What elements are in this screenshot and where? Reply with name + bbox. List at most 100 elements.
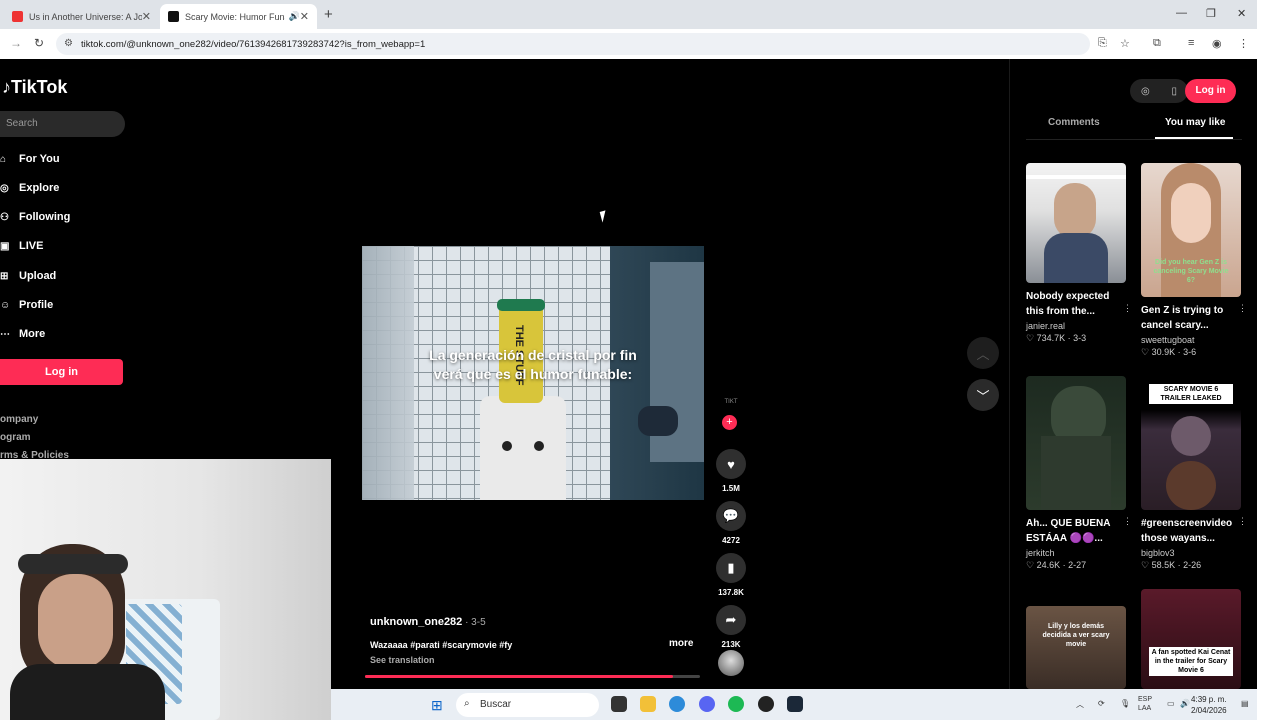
forward-icon[interactable]: → <box>10 36 22 50</box>
thumb-face <box>1166 461 1216 510</box>
menu-dots-icon[interactable]: ⋮ <box>1238 37 1249 50</box>
home-icon: ⌂ <box>0 153 7 165</box>
previous-video-button[interactable]: ︿ <box>967 337 999 369</box>
see-translation-link[interactable]: See translation <box>370 655 435 665</box>
minimize-button[interactable]: — <box>1176 7 1187 19</box>
comment-button[interactable]: 💬 4272 <box>713 501 749 545</box>
close-window-button[interactable]: ✕ <box>1237 7 1246 20</box>
recommended-card[interactable]: Lilly y los demás decidida a ver scary m… <box>1026 606 1126 689</box>
login-button[interactable]: Log in <box>0 359 123 385</box>
reload-icon[interactable]: ↻ <box>34 36 44 50</box>
recommended-card[interactable]: Ah... QUE BUENA ESTÁAA 🟣🟣... ⋮ jerkitch … <box>1026 376 1132 571</box>
tab-us-in-another-universe[interactable]: Us in Another Universe: A Journ ✕ <box>4 4 159 29</box>
like-button[interactable]: ♥ 1.5M <box>713 449 749 493</box>
like-count: 1.5M <box>722 484 740 493</box>
sidebar-item-upload[interactable]: ⊞ Upload <box>0 270 56 282</box>
share-button[interactable]: ➦ 213K <box>713 605 749 649</box>
footer-link-program[interactable]: ogram <box>0 432 31 443</box>
youtube-tab-icon <box>12 11 23 22</box>
follow-button[interactable]: + <box>722 415 737 430</box>
taskbar-clock[interactable]: 4:39 p. m. 2/04/2026 <box>1191 694 1227 716</box>
language-indicator[interactable]: ESP LAA <box>1138 695 1152 713</box>
creator-avatar[interactable]: TIKT <box>723 399 739 415</box>
sidebar-item-for-you[interactable]: ⌂ For You <box>0 153 60 165</box>
recommended-card[interactable]: Nobody expected this from the... ⋮ janie… <box>1026 163 1132 344</box>
bookmark-star-icon[interactable]: ☆ <box>1120 37 1130 50</box>
search-input[interactable]: Search <box>0 111 125 137</box>
tab-title: Us in Another Universe: A Journ <box>29 11 142 22</box>
chevron-up-icon: ︿ <box>976 346 990 362</box>
card-menu-icon[interactable]: ⋮ <box>1238 303 1247 314</box>
microphone-icon[interactable]: 🎙 <box>1120 699 1130 708</box>
tiktok-logo[interactable]: ♪TikTok <box>2 77 67 98</box>
taskbar-search[interactable]: ⌕ Buscar <box>456 693 599 717</box>
card-thumbnail: SCARY MOVIE 6 TRAILER LEAKED <box>1141 376 1241 510</box>
sidebar-item-profile[interactable]: ☺ Profile <box>0 299 53 311</box>
tab-scary-movie[interactable]: Scary Movie: Humor Funab 🔊 ✕ <box>160 4 317 29</box>
video-feed: THE STUFF La generación de cristal por f… <box>135 59 1009 689</box>
app-icon[interactable] <box>758 696 774 712</box>
card-menu-icon[interactable]: ⋮ <box>1123 516 1132 527</box>
notification-icon[interactable]: ▤ <box>1241 699 1249 708</box>
video-author[interactable]: unknown_one282 · 3-5 <box>370 616 486 628</box>
file-explorer-icon[interactable] <box>640 696 656 712</box>
site-info-icon[interactable]: ⚙ <box>64 38 73 49</box>
tray-chevron-icon[interactable]: ︿ <box>1076 699 1084 710</box>
share-icon: ➦ <box>716 605 746 635</box>
thumb-overlay-text: A fan spotted Kai Cenat in the trailer f… <box>1149 647 1233 676</box>
thumb-face <box>1171 416 1211 456</box>
tab-you-may-like[interactable]: You may like <box>1165 117 1225 128</box>
discord-icon[interactable] <box>699 696 715 712</box>
close-tab-icon[interactable]: ✕ <box>142 10 151 23</box>
device-icon[interactable]: ▯ <box>1172 86 1178 97</box>
spotify-icon[interactable] <box>728 696 744 712</box>
windows-start-icon[interactable]: ⊞ <box>431 697 443 714</box>
more-button[interactable]: more <box>669 638 693 649</box>
sidebar-item-more[interactable]: ⋯ More <box>0 328 45 340</box>
audio-playing-icon[interactable]: 🔊 <box>289 11 300 22</box>
steam-icon[interactable] <box>787 696 803 712</box>
card-menu-icon[interactable]: ⋮ <box>1238 516 1247 527</box>
profile-icon[interactable]: ◉ <box>1212 37 1222 50</box>
chevron-down-icon: ﹀ <box>976 388 990 404</box>
sidebar-item-live[interactable]: ▣ LIVE <box>0 240 43 252</box>
tab-divider <box>1026 139 1242 140</box>
sync-icon[interactable]: ⟳ <box>1098 699 1105 708</box>
video-progress-bar[interactable] <box>365 675 700 678</box>
recommended-card[interactable]: A fan spotted Kai Cenat in the trailer f… <box>1141 589 1241 689</box>
close-tab-icon[interactable]: ✕ <box>300 10 309 23</box>
media-controls-icon[interactable]: ≡ <box>1188 37 1194 49</box>
share-count: 213K <box>721 640 741 649</box>
volume-icon[interactable]: 🔊 <box>1180 699 1190 708</box>
card-thumbnail: Did you hear Gen Z is canceling Scary Mo… <box>1141 163 1241 297</box>
new-tab-button[interactable]: + <box>324 6 333 23</box>
video-date: · 3-5 <box>462 617 486 628</box>
card-stats: ♡ 24.6K · 2-27 <box>1026 560 1087 570</box>
network-icon[interactable]: ▭ <box>1167 699 1175 708</box>
recommended-card[interactable]: Did you hear Gen Z is canceling Scary Mo… <box>1141 163 1247 358</box>
install-app-icon[interactable]: ⎘ <box>1098 37 1107 50</box>
tiktok-note-icon: ♪ <box>2 77 11 97</box>
sidebar-item-following[interactable]: ⚇ Following <box>0 211 70 223</box>
sound-disc-avatar[interactable] <box>718 650 744 676</box>
login-button-top[interactable]: Log in <box>1185 79 1236 103</box>
tab-comments[interactable]: Comments <box>1048 117 1100 128</box>
thumb-armor <box>1041 436 1111 510</box>
card-user: sweettugboat <box>1141 335 1195 345</box>
video-player[interactable]: THE STUFF La generación de cristal por f… <box>362 246 704 500</box>
card-title: Ah... QUE BUENA ESTÁAA 🟣🟣... <box>1026 518 1111 544</box>
taskbar-search-label: Buscar <box>480 699 512 710</box>
url-bar[interactable]: ⚙ tiktok.com/@unknown_one282/video/76139… <box>56 33 1090 55</box>
recommended-card[interactable]: SCARY MOVIE 6 TRAILER LEAKED #greenscree… <box>1141 376 1247 571</box>
save-button[interactable]: ▮ 137.8K <box>713 553 749 597</box>
footer-link-company[interactable]: ompany <box>0 414 38 425</box>
sidebar-item-explore[interactable]: ◎ Explore <box>0 182 59 194</box>
chrome-icon[interactable] <box>669 696 685 712</box>
maximize-button[interactable]: ❐ <box>1206 7 1216 20</box>
extensions-icon[interactable]: ⧉ <box>1153 37 1161 50</box>
task-view-icon[interactable] <box>611 696 627 712</box>
card-menu-icon[interactable]: ⋮ <box>1123 303 1132 314</box>
coins-icon[interactable]: ◎ <box>1141 86 1150 97</box>
heart-icon: ♥ <box>716 449 746 479</box>
next-video-button[interactable]: ﹀ <box>967 379 999 411</box>
